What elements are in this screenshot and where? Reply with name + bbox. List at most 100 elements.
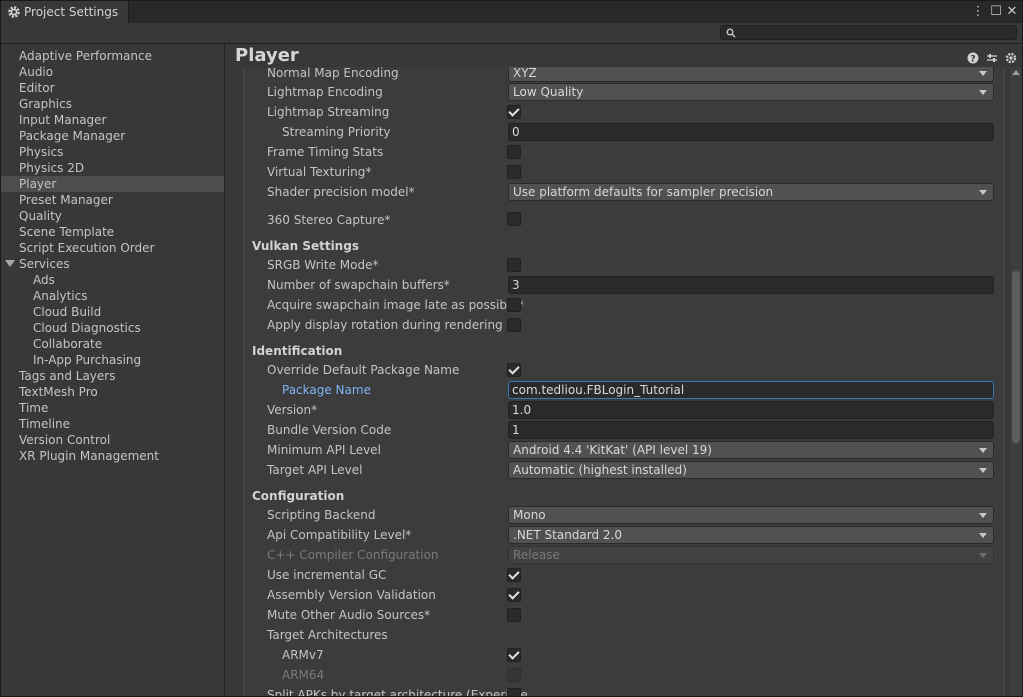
search-field[interactable]	[720, 25, 1017, 40]
frame-timing-stats-label: Frame Timing Stats	[267, 145, 384, 159]
sidebar-item-package-manager[interactable]: Package Manager	[1, 128, 224, 144]
sidebar-item-label: Editor	[19, 81, 55, 95]
sidebar-item-label: Collaborate	[33, 337, 103, 351]
target-api-level-dropdown[interactable]: Automatic (highest installed)	[508, 461, 994, 479]
sidebar-item-player[interactable]: Player	[1, 176, 224, 192]
split-apks-checkbox[interactable]	[507, 688, 521, 696]
sidebar-item-analytics[interactable]: Analytics	[1, 288, 224, 304]
shader-precision-model-dropdown[interactable]: Use platform defaults for sampler precis…	[508, 183, 994, 201]
sidebar-item-cloud-build[interactable]: Cloud Build	[1, 304, 224, 320]
sidebar-item-physics[interactable]: Physics	[1, 144, 224, 160]
sidebar-item-scene-template[interactable]: Scene Template	[1, 224, 224, 240]
mute-other-audio-checkbox[interactable]	[507, 608, 521, 622]
override-package-name-checkbox[interactable]	[507, 363, 521, 377]
sidebar-item-in-app-purchasing[interactable]: In-App Purchasing	[1, 352, 224, 368]
scripting-backend-dropdown[interactable]: Mono	[508, 506, 994, 524]
lightmap-encoding-dropdown[interactable]: Low Quality	[508, 83, 994, 101]
acquire-swapchain-late-checkbox[interactable]	[507, 298, 521, 312]
sidebar-item-label: Version Control	[19, 433, 111, 447]
window-menu-icon[interactable]: ⋮	[971, 4, 985, 20]
expand-caret-icon[interactable]	[5, 260, 15, 267]
stereo-capture-checkbox[interactable]	[507, 212, 521, 226]
sidebar-item-label: TextMesh Pro	[19, 385, 98, 399]
target-architectures-label: Target Architectures	[267, 628, 388, 642]
settings-sidebar: Adaptive Performance Audio Editor Graphi…	[1, 44, 225, 696]
sidebar-item-label: Script Execution Order	[19, 241, 155, 255]
configuration-header: Configuration	[252, 489, 345, 503]
sidebar-item-label: Tags and Layers	[19, 369, 116, 383]
sidebar-item-audio[interactable]: Audio	[1, 64, 224, 80]
sidebar-item-collaborate[interactable]: Collaborate	[1, 336, 224, 352]
sidebar-item-graphics[interactable]: Graphics	[1, 96, 224, 112]
sidebar-item-label: Scene Template	[19, 225, 115, 239]
sidebar-item-label: Graphics	[19, 97, 72, 111]
sidebar-item-label: Ads	[33, 273, 55, 287]
window-tab[interactable]: Project Settings	[1, 1, 129, 25]
sidebar-item-physics-2d[interactable]: Physics 2D	[1, 160, 224, 176]
preset-icon[interactable]	[986, 52, 998, 64]
split-apks-label: Split APKs by target architecture (Exper…	[267, 688, 528, 696]
scrollbar-thumb[interactable]	[1012, 271, 1020, 443]
swapchain-buffers-field[interactable]: 3	[508, 276, 994, 294]
lightmap-streaming-label: Lightmap Streaming	[267, 105, 390, 119]
scroll-up-icon[interactable]	[1012, 70, 1020, 75]
svg-text:?: ?	[970, 55, 975, 65]
lightmap-streaming-checkbox[interactable]	[507, 105, 521, 119]
dropdown-value: Mono	[513, 508, 546, 522]
minimum-api-level-label: Minimum API Level	[267, 443, 381, 457]
sidebar-item-label: XR Plugin Management	[19, 449, 159, 463]
package-name-field[interactable]: com.tedliou.FBLogin_Tutorial	[508, 381, 994, 399]
override-package-name-label: Override Default Package Name	[267, 363, 460, 377]
virtual-texturing-checkbox[interactable]	[507, 165, 521, 179]
sidebar-item-time[interactable]: Time	[1, 400, 224, 416]
sidebar-item-label: Cloud Diagnostics	[33, 321, 141, 335]
normal-map-encoding-dropdown[interactable]: XYZ	[508, 67, 994, 82]
maximize-icon[interactable]: ☐	[989, 4, 1003, 20]
dropdown-value: Android 4.4 'KitKat' (API level 19)	[513, 443, 712, 457]
sidebar-item-label: Package Manager	[19, 129, 126, 143]
identification-header: Identification	[252, 344, 343, 358]
chevron-down-icon	[979, 71, 987, 76]
frame-timing-stats-checkbox[interactable]	[507, 145, 521, 159]
sidebar-item-tags-and-layers[interactable]: Tags and Layers	[1, 368, 224, 384]
sidebar-item-preset-manager[interactable]: Preset Manager	[1, 192, 224, 208]
sidebar-item-script-execution-order[interactable]: Script Execution Order	[1, 240, 224, 256]
normal-map-encoding-label: Normal Map Encoding	[267, 67, 399, 80]
acquire-swapchain-late-label: Acquire swapchain image late as possible…	[267, 298, 524, 312]
version-field[interactable]: 1.0	[508, 401, 994, 419]
help-icon[interactable]: ?	[967, 52, 979, 64]
sidebar-item-label: Preset Manager	[19, 193, 113, 207]
settings-icon[interactable]	[1005, 52, 1017, 64]
search-icon	[726, 28, 736, 38]
sidebar-item-input-manager[interactable]: Input Manager	[1, 112, 224, 128]
bundle-version-code-field[interactable]: 1	[508, 421, 994, 439]
streaming-priority-field[interactable]: 0	[508, 123, 994, 141]
armv7-checkbox[interactable]	[507, 648, 521, 662]
dropdown-value: Release	[513, 548, 560, 562]
dropdown-value: Low Quality	[513, 85, 584, 99]
player-settings-content: Normal Map Encoding XYZ Lightmap Encodin…	[225, 67, 1010, 696]
chevron-down-icon	[979, 533, 987, 538]
sidebar-item-textmesh-pro[interactable]: TextMesh Pro	[1, 384, 224, 400]
gear-icon	[8, 6, 20, 18]
arm64-label: ARM64	[282, 668, 325, 682]
sidebar-item-editor[interactable]: Editor	[1, 80, 224, 96]
content-scrollbar[interactable]	[1010, 67, 1022, 696]
close-icon[interactable]: ✕	[1005, 4, 1019, 20]
sidebar-item-services[interactable]: Services	[1, 256, 224, 272]
minimum-api-level-dropdown[interactable]: Android 4.4 'KitKat' (API level 19)	[508, 441, 994, 459]
sidebar-item-quality[interactable]: Quality	[1, 208, 224, 224]
sidebar-item-cloud-diagnostics[interactable]: Cloud Diagnostics	[1, 320, 224, 336]
api-compatibility-dropdown[interactable]: .NET Standard 2.0	[508, 526, 994, 544]
assembly-version-validation-checkbox[interactable]	[507, 588, 521, 602]
incremental-gc-checkbox[interactable]	[507, 568, 521, 582]
search-input[interactable]	[739, 26, 1009, 39]
chevron-down-icon	[979, 468, 987, 473]
sidebar-item-version-control[interactable]: Version Control	[1, 432, 224, 448]
sidebar-item-xr-plugin-management[interactable]: XR Plugin Management	[1, 448, 224, 464]
srgb-write-mode-checkbox[interactable]	[507, 258, 521, 272]
sidebar-item-ads[interactable]: Ads	[1, 272, 224, 288]
sidebar-item-adaptive-performance[interactable]: Adaptive Performance	[1, 48, 224, 64]
sidebar-item-timeline[interactable]: Timeline	[1, 416, 224, 432]
apply-display-rotation-checkbox[interactable]	[507, 318, 521, 332]
